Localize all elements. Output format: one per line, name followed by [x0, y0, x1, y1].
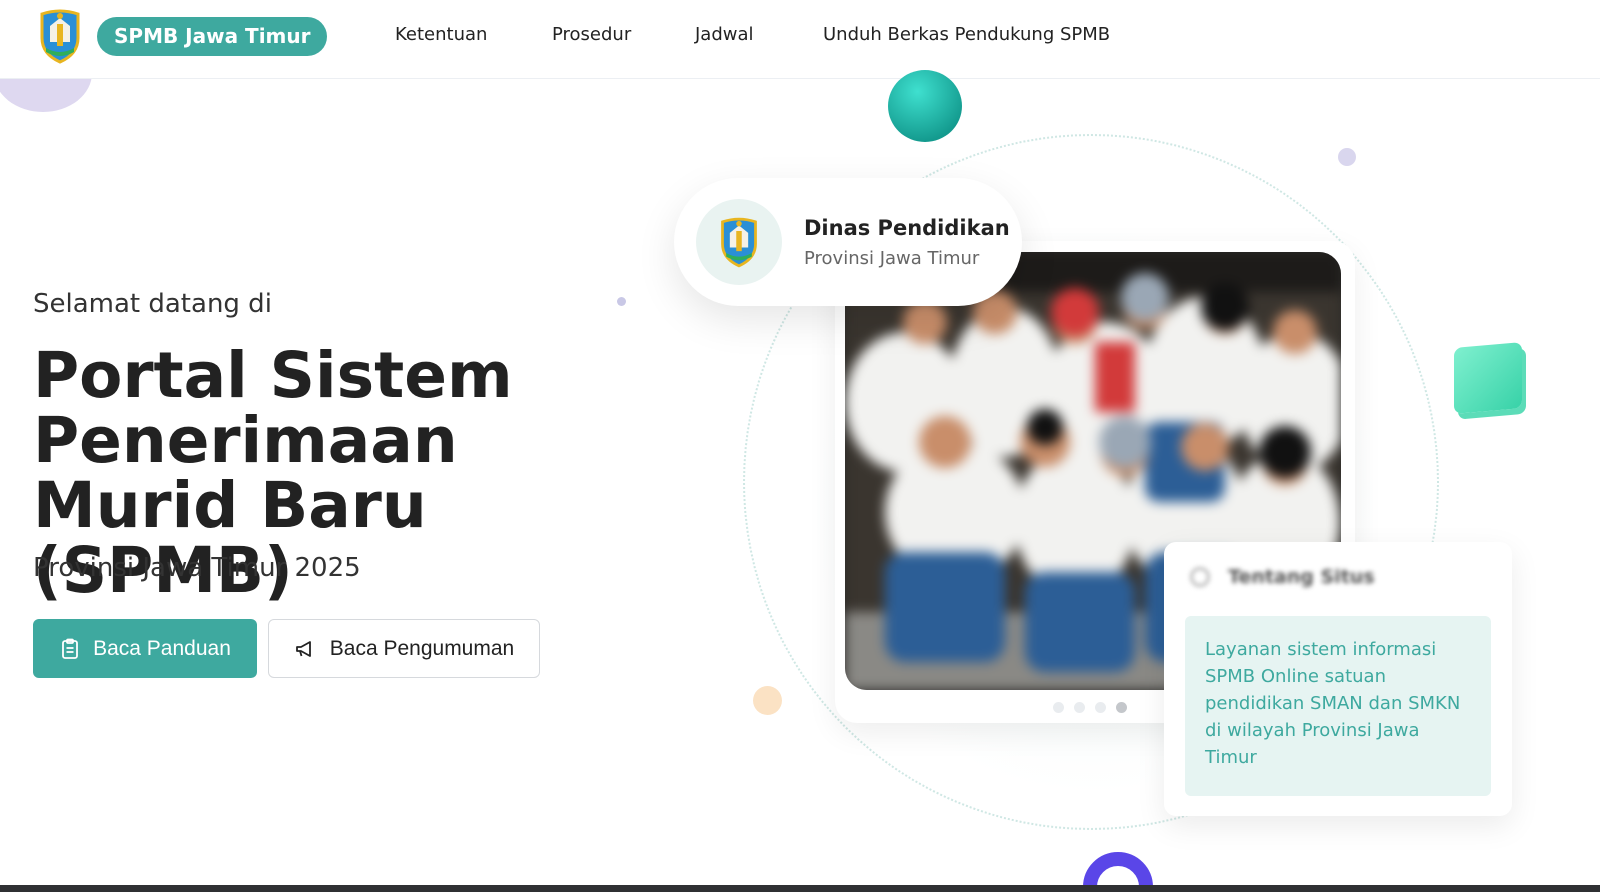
- nav-ketentuan[interactable]: Ketentuan: [395, 24, 487, 45]
- baca-panduan-button[interactable]: Baca Panduan: [33, 619, 257, 678]
- agency-title: Dinas Pendidikan: [804, 216, 1010, 240]
- about-description: Layanan sistem informasi SPMB Online sat…: [1185, 616, 1491, 796]
- nav-unduh-berkas[interactable]: Unduh Berkas Pendukung SPMB: [823, 24, 1110, 45]
- info-icon: [1190, 567, 1210, 587]
- clipboard-icon: [59, 638, 81, 660]
- bottom-edge: [0, 885, 1600, 892]
- hero-subtitle: Provinsi Jawa Timur 2025: [33, 553, 361, 583]
- megaphone-icon: [294, 638, 316, 660]
- nav-prosedur[interactable]: Prosedur: [552, 24, 631, 45]
- agency-badge: Dinas Pendidikan Provinsi Jawa Timur: [674, 178, 1022, 306]
- nav-jadwal[interactable]: Jadwal: [695, 24, 754, 45]
- carousel-dot-active[interactable]: [1116, 702, 1127, 713]
- jatim-emblem-icon: [696, 199, 782, 285]
- brand-pill[interactable]: SPMB Jawa Timur: [97, 17, 328, 56]
- about-title: Tentang Situs: [1228, 566, 1375, 588]
- jatim-logo-icon[interactable]: [36, 8, 84, 64]
- decorative-teal-sphere: [888, 70, 962, 142]
- carousel-dots: [1053, 702, 1127, 713]
- hero-welcome: Selamat datang di: [33, 289, 272, 319]
- carousel-dot[interactable]: [1074, 702, 1085, 713]
- decorative-dot: [1338, 148, 1356, 166]
- baca-pengumuman-label: Baca Pengumuman: [329, 636, 515, 660]
- carousel-dot[interactable]: [1095, 702, 1106, 713]
- about-card: Tentang Situs Layanan sistem informasi S…: [1164, 542, 1512, 816]
- baca-panduan-label: Baca Panduan: [93, 636, 231, 660]
- baca-pengumuman-button[interactable]: Baca Pengumuman: [268, 619, 540, 678]
- decorative-cube: [1454, 342, 1522, 414]
- top-navbar: SPMB Jawa Timur Ketentuan Prosedur Jadwa…: [0, 0, 1600, 79]
- agency-subtitle: Provinsi Jawa Timur: [804, 248, 980, 269]
- about-header: Tentang Situs: [1190, 566, 1375, 588]
- carousel-dot[interactable]: [1053, 702, 1064, 713]
- decorative-dot: [753, 686, 782, 715]
- decorative-dot: [617, 297, 626, 306]
